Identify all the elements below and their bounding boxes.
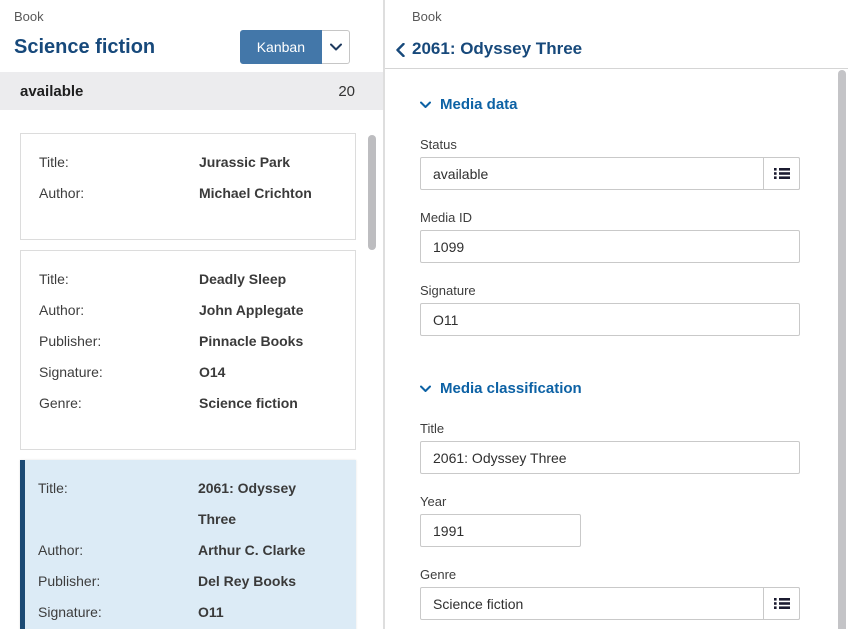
card-field-label: Genre: xyxy=(39,388,199,419)
card-field-value: Deadly Sleep xyxy=(199,264,286,295)
card-field-value: O11 xyxy=(198,597,224,628)
view-switcher: Kanban xyxy=(240,30,350,64)
form-field: Title xyxy=(420,421,800,474)
right-breadcrumb: Book xyxy=(412,9,442,24)
card-row: Author: John Applegate xyxy=(39,295,337,326)
page-title: Science fiction xyxy=(14,36,155,59)
card-row: Title: Jurassic Park xyxy=(39,147,337,178)
card-field-value: Science fiction xyxy=(199,388,298,419)
form-field: Status xyxy=(420,137,800,190)
view-dropdown-button[interactable] xyxy=(322,30,350,64)
text-input[interactable] xyxy=(420,441,800,474)
book-list-panel: Book Science fiction Kanban available 20… xyxy=(0,0,383,629)
section-header[interactable]: Media classification xyxy=(420,380,800,397)
card-field-label: Signature: xyxy=(39,357,199,388)
book-card[interactable]: Title: Jurassic Park Author: Michael Cri… xyxy=(20,133,356,240)
detail-panel: Book 2061: Odyssey Three Media data Stat… xyxy=(385,0,848,629)
form-field: Media ID xyxy=(420,210,800,263)
card-field-label: Publisher: xyxy=(39,326,199,357)
text-input[interactable] xyxy=(420,587,800,620)
card-field-label: Author: xyxy=(39,178,199,209)
card-field-label: Author: xyxy=(39,295,199,326)
value-help-button[interactable] xyxy=(763,157,800,190)
app-window: Book Science fiction Kanban available 20… xyxy=(0,0,848,629)
back-button[interactable] xyxy=(391,40,409,60)
card-field-value: Del Rey Books xyxy=(198,566,296,597)
section-title: Media data xyxy=(440,96,518,113)
card-row: Publisher: Pinnacle Books xyxy=(39,326,337,357)
field-label: Status xyxy=(420,137,800,152)
card-field-value: John Applegate xyxy=(199,295,304,326)
field-label: Signature xyxy=(420,283,800,298)
list-icon xyxy=(774,597,790,610)
field-label: Genre xyxy=(420,567,800,582)
card-row: Title: Deadly Sleep xyxy=(39,264,337,295)
card-field-value: 2061: Odyssey Three xyxy=(198,473,338,535)
form-field: Genre xyxy=(420,567,800,620)
right-scrollbar-thumb[interactable] xyxy=(838,70,846,629)
section-header[interactable]: Media data xyxy=(420,96,800,113)
group-header-available[interactable]: available 20 xyxy=(0,72,383,110)
form-section: Media data Status Media ID Signat xyxy=(420,96,800,336)
card-field-label: Author: xyxy=(38,535,198,566)
text-input[interactable] xyxy=(420,303,800,336)
form-section: Media classification Title Year Genre xyxy=(420,380,800,620)
detail-title: 2061: Odyssey Three xyxy=(412,39,582,59)
left-breadcrumb: Book xyxy=(14,9,44,24)
card-row: Author: Michael Crichton xyxy=(39,178,337,209)
card-field-label: Title: xyxy=(39,264,199,295)
group-count: 20 xyxy=(338,83,355,100)
value-help-button[interactable] xyxy=(763,587,800,620)
chevron-down-icon xyxy=(420,385,431,393)
card-field-value: Arthur C. Clarke xyxy=(198,535,305,566)
form-field: Signature xyxy=(420,283,800,336)
card-field-label: Title: xyxy=(38,473,198,535)
card-field-label: Publisher: xyxy=(38,566,198,597)
card-field-value: Jurassic Park xyxy=(199,147,290,178)
list-icon xyxy=(774,167,790,180)
card-field-value: Pinnacle Books xyxy=(199,326,303,357)
kanban-view-button[interactable]: Kanban xyxy=(240,30,322,64)
card-field-label: Title: xyxy=(39,147,199,178)
form-field: Year xyxy=(420,494,800,547)
card-row: Signature: O14 xyxy=(39,357,337,388)
left-scrollbar-thumb[interactable] xyxy=(368,135,376,250)
text-input[interactable] xyxy=(420,230,800,263)
chevron-down-icon xyxy=(330,43,342,51)
chevron-left-icon xyxy=(396,43,405,57)
text-input[interactable] xyxy=(420,157,800,190)
field-label: Year xyxy=(420,494,800,509)
section-title: Media classification xyxy=(440,380,582,397)
field-label: Media ID xyxy=(420,210,800,225)
card-row: Signature: O11 xyxy=(38,597,338,628)
group-label: available xyxy=(20,83,338,100)
card-field-label: Signature: xyxy=(38,597,198,628)
field-label: Title xyxy=(420,421,800,436)
text-input[interactable] xyxy=(420,514,581,547)
card-row: Genre: Science fiction xyxy=(39,388,337,419)
card-row: Author: Arthur C. Clarke xyxy=(38,535,338,566)
detail-form: Media data Status Media ID Signat xyxy=(385,69,848,629)
card-row: Publisher: Del Rey Books xyxy=(38,566,338,597)
chevron-down-icon xyxy=(420,101,431,109)
card-list: Title: Jurassic Park Author: Michael Cri… xyxy=(0,110,383,629)
card-field-value: Michael Crichton xyxy=(199,178,312,209)
book-card[interactable]: Title: 2061: Odyssey Three Author: Arthu… xyxy=(20,460,356,629)
book-card[interactable]: Title: Deadly Sleep Author: John Applega… xyxy=(20,250,356,450)
card-row: Title: 2061: Odyssey Three xyxy=(38,473,338,535)
card-field-value: O14 xyxy=(199,357,225,388)
